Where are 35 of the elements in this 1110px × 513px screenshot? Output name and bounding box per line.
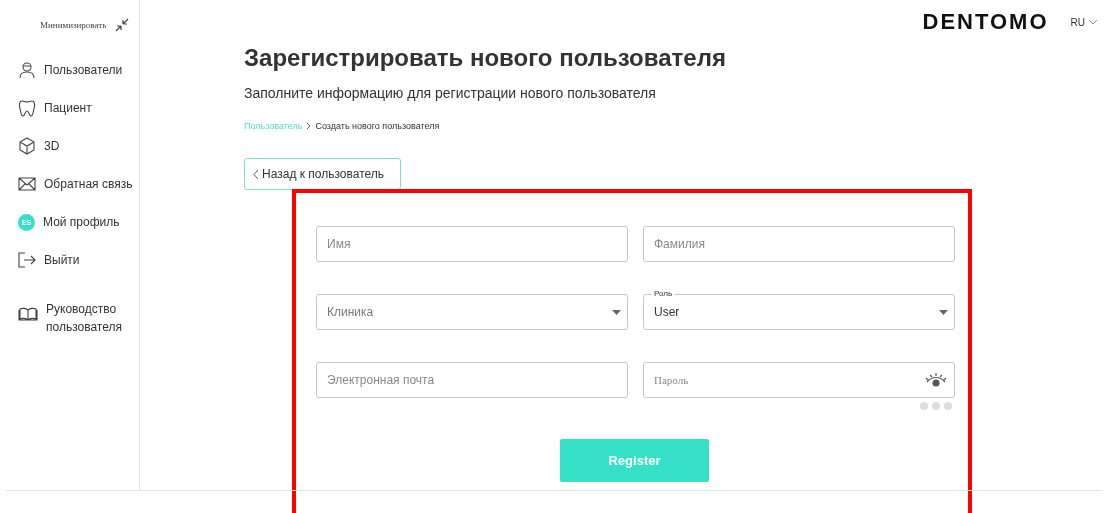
select-field[interactable]: Клиника xyxy=(316,294,628,330)
sidebar-item[interactable]: Пользователи xyxy=(18,60,139,80)
caret-icon xyxy=(612,310,621,315)
collapse-icon[interactable] xyxy=(114,17,131,33)
field-value: User xyxy=(654,305,680,319)
input-field[interactable]: Фамилия xyxy=(643,226,955,262)
page-title: Зарегистрировать нового пользователя xyxy=(244,44,727,72)
book-icon xyxy=(18,307,38,321)
sidebar-item[interactable]: Обратная связь xyxy=(18,174,139,194)
input-field[interactable]: Имя xyxy=(316,226,628,262)
person-icon xyxy=(18,61,36,79)
envelope-icon xyxy=(18,177,36,191)
page-subtitle: Заполните информацию для регистрации нового пользователя xyxy=(244,85,657,101)
chevron-icon xyxy=(306,122,312,130)
strength-meter-icon xyxy=(920,402,953,410)
language-select[interactable]: RU xyxy=(1070,16,1098,28)
password-field[interactable]: Пароль xyxy=(643,362,955,398)
sidebar-item[interactable]: Пациент xyxy=(18,98,139,118)
minimize-label[interactable]: Минимизировать xyxy=(40,20,107,30)
eye-icon[interactable] xyxy=(925,372,947,388)
sidebar-item[interactable]: Выйти xyxy=(18,250,139,270)
breadcrumb-current: Создать нового пользователя xyxy=(315,121,440,131)
tooth-icon xyxy=(18,99,36,117)
placeholder-text: Клиника xyxy=(327,305,374,319)
chevron-icon xyxy=(1088,19,1098,25)
sidebar-item[interactable]: Руководство пользователя xyxy=(18,292,139,336)
logo: DENTOMO xyxy=(922,9,1049,35)
back-button[interactable]: Назад к пользователь xyxy=(244,158,402,190)
input-field[interactable]: Электронная почта xyxy=(316,362,628,398)
logout-icon xyxy=(18,252,36,268)
caret-icon xyxy=(939,310,948,315)
sidebar-item[interactable]: 3D xyxy=(18,136,139,156)
chevron-icon xyxy=(253,168,259,180)
cube-icon xyxy=(18,137,36,155)
field-label: Роль xyxy=(652,289,675,298)
